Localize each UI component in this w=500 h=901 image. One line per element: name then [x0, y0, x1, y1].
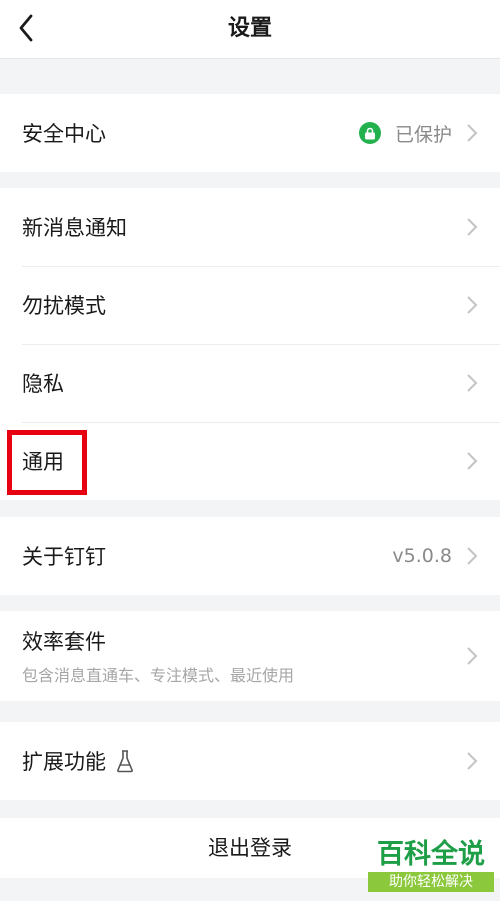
- security-status: 已保护: [394, 123, 452, 146]
- chevron-right-icon: [466, 451, 478, 471]
- security-center-label: 安全中心: [22, 122, 106, 146]
- do-not-disturb-label: 勿扰模式: [22, 294, 106, 318]
- about-label: 关于钉钉: [22, 545, 106, 569]
- privacy-item[interactable]: 隐私: [0, 344, 500, 422]
- chevron-right-icon: [466, 546, 478, 566]
- lock-icon: [358, 122, 381, 144]
- about-item[interactable]: 关于钉钉 v5.0.8: [0, 517, 500, 595]
- efficiency-section: 效率套件 包含消息直通车、专注模式、最近使用: [0, 611, 500, 701]
- chevron-right-icon: [466, 646, 478, 666]
- privacy-label: 隐私: [22, 372, 64, 396]
- page-title: 设置: [227, 16, 272, 41]
- watermark-logo: 百科全说 助你轻松解决: [368, 838, 494, 894]
- new-message-notification-item[interactable]: 新消息通知: [0, 188, 500, 266]
- extensions-item[interactable]: 扩展功能: [0, 722, 500, 800]
- chevron-right-icon: [466, 217, 478, 237]
- chevron-right-icon: [466, 123, 478, 143]
- chevron-right-icon: [466, 295, 478, 315]
- extensions-section: 扩展功能: [0, 722, 500, 800]
- efficiency-suite-description: 包含消息直通车、专注模式、最近使用: [22, 666, 295, 685]
- do-not-disturb-item[interactable]: 勿扰模式: [0, 266, 500, 344]
- highlight-annotation: [7, 430, 87, 495]
- watermark-sub-text: 助你轻松解决: [368, 872, 494, 892]
- new-message-notification-label: 新消息通知: [22, 216, 127, 240]
- about-section: 关于钉钉 v5.0.8: [0, 517, 500, 595]
- extensions-label: 扩展功能: [22, 750, 106, 774]
- top-bar: 设置: [0, 0, 500, 59]
- efficiency-suite-label: 效率套件: [22, 630, 106, 654]
- efficiency-suite-text: 效率套件 包含消息直通车、专注模式、最近使用: [22, 626, 466, 686]
- watermark-main-text: 百科全说: [377, 839, 485, 870]
- chevron-right-icon: [466, 751, 478, 771]
- security-center-item[interactable]: 安全中心 已保护: [0, 94, 500, 172]
- version-text: v5.0.8: [392, 545, 452, 567]
- general-label: 通用: [22, 450, 64, 474]
- flask-icon: [116, 749, 134, 773]
- chevron-right-icon: [466, 373, 478, 393]
- security-section: 安全中心 已保护: [0, 94, 500, 172]
- efficiency-suite-item[interactable]: 效率套件 包含消息直通车、专注模式、最近使用: [0, 611, 500, 701]
